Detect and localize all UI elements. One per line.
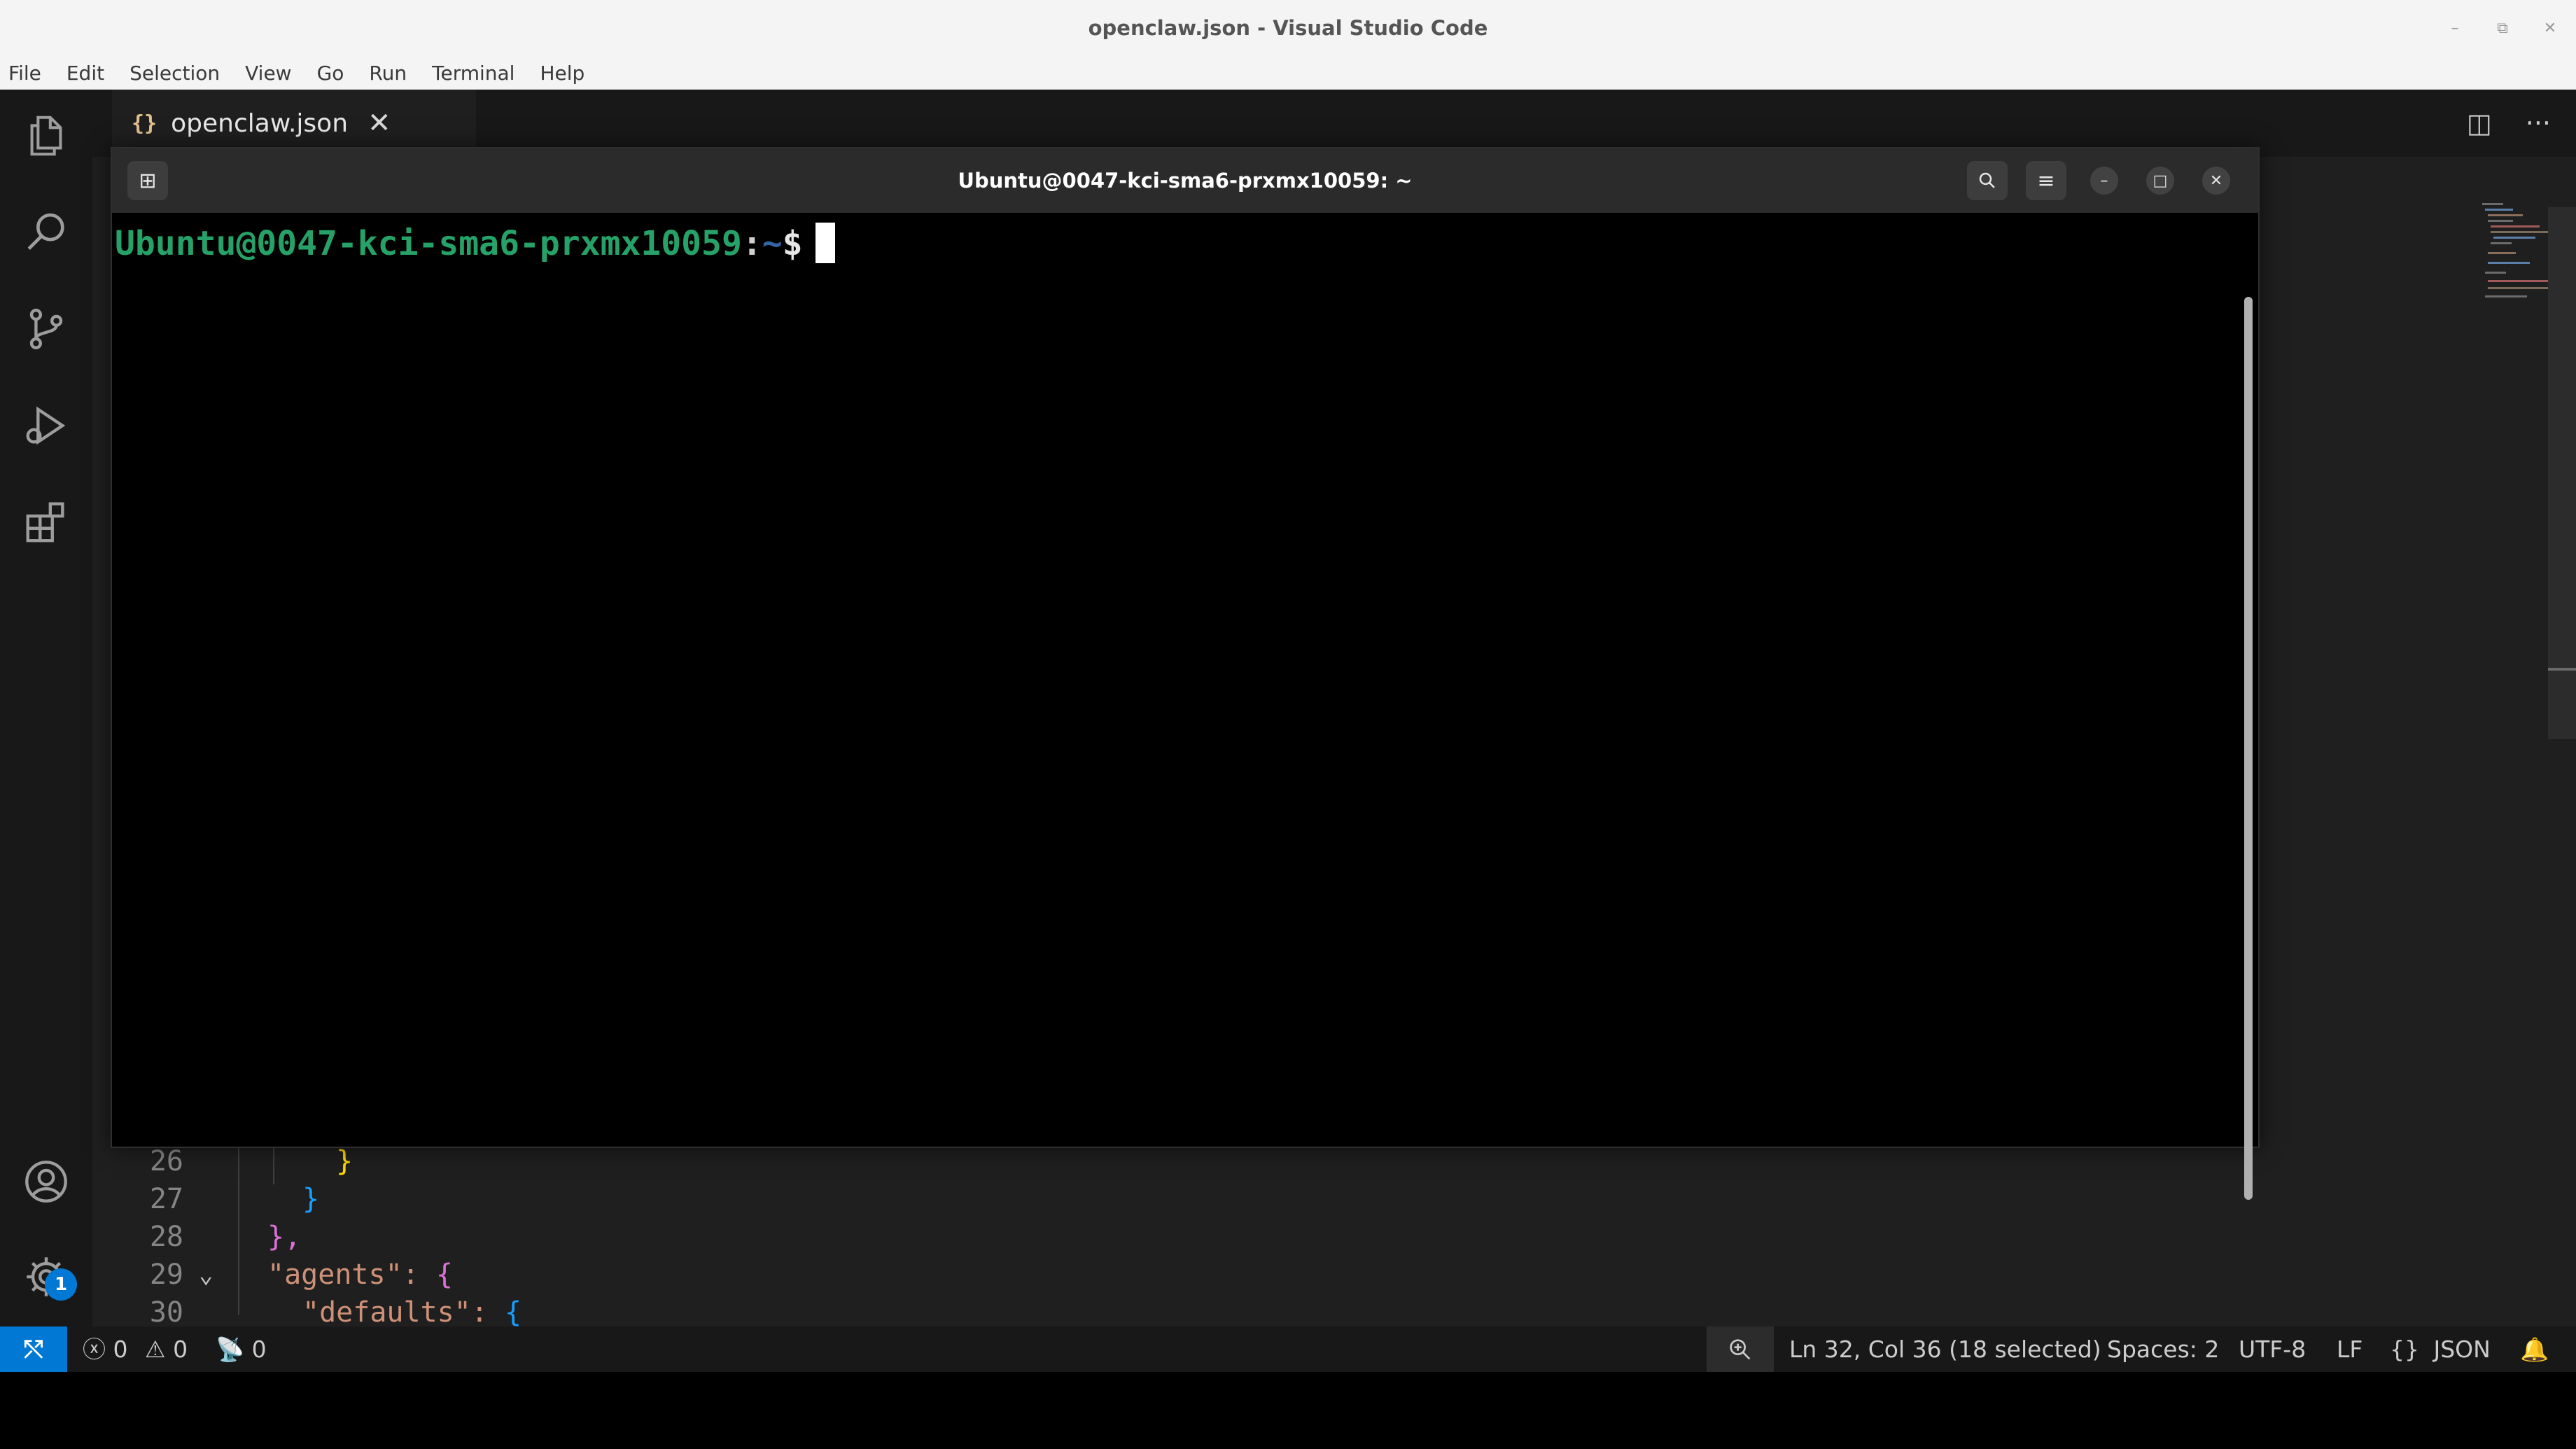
warning-icon: ⚠ [145, 1336, 166, 1363]
explorer-icon[interactable] [18, 108, 74, 164]
json-file-icon: {} [132, 111, 158, 136]
error-icon: ⓧ [83, 1336, 106, 1363]
window-controls: – ⧉ ✕ [2443, 0, 2562, 56]
activity-bar [0, 90, 92, 1326]
remote-indicator-icon[interactable]: ⤲ [0, 1326, 67, 1372]
menu-selection[interactable]: Selection [127, 62, 223, 85]
indentation[interactable]: Spaces: 2 [2107, 1326, 2219, 1372]
split-editor-icon[interactable]: ◫ [2467, 108, 2492, 139]
status-bar: ⤲ ⓧ 0 ⚠ 0 📡 0 Ln 32, Col 36 (18 selected… [0, 1326, 2576, 1372]
terminal-title: Ubuntu@0047-kci-sma6-prxmx10059: ~ [958, 169, 1413, 192]
hamburger-menu-icon[interactable]: ≡ [2026, 161, 2066, 200]
json-language-icon: {} [2390, 1336, 2419, 1363]
minimize-button[interactable]: – [2443, 20, 2467, 37]
terminal-body[interactable]: Ubuntu@0047-kci-sma6-prxmx10059:~$ [112, 213, 2258, 1200]
menu-run[interactable]: Run [366, 62, 410, 85]
menu-file[interactable]: File [6, 62, 44, 85]
close-window-button[interactable]: ✕ [2538, 20, 2562, 37]
terminal-header-bar: ⊞ Ubuntu@0047-kci-sma6-prxmx10059: ~ ≡ –… [112, 148, 2258, 213]
prompt-path: ~ [762, 224, 783, 263]
manage-badge: 1 [45, 1268, 77, 1301]
broadcast-icon: 📡 [216, 1336, 245, 1363]
window-title: openclaw.json - Visual Studio Code [1088, 16, 1488, 40]
agents-key: "agents": { [267, 1259, 453, 1291]
title-bar: openclaw.json - Visual Studio Code – ⧉ ✕ [0, 0, 2576, 57]
run-debug-icon[interactable] [18, 398, 74, 454]
source-control-icon[interactable] [18, 301, 74, 357]
scrollbar-cursor-mark [2548, 668, 2576, 671]
terminal-minimize-button[interactable]: – [2090, 167, 2118, 195]
fold-chevron-icon[interactable]: ⌄ [199, 1256, 213, 1294]
defaults-key: "defaults": { [302, 1296, 522, 1329]
ports-indicator[interactable]: 📡 0 [216, 1326, 267, 1372]
cursor-position[interactable]: Ln 32, Col 36 (18 selected) [1789, 1326, 2101, 1372]
more-actions-icon[interactable]: ··· [2526, 108, 2551, 139]
terminal-search-icon[interactable] [1967, 161, 2008, 200]
end-of-line[interactable]: LF [2337, 1326, 2362, 1372]
menu-edit[interactable]: Edit [64, 62, 107, 85]
problems-indicator[interactable]: ⓧ 0 ⚠ 0 [83, 1326, 188, 1372]
menu-bar: File Edit Selection View Go Run Terminal… [0, 56, 2576, 90]
text-cursor [815, 223, 835, 263]
prompt-user-host: Ubuntu@0047-kci-sma6-prxmx10059 [115, 224, 742, 263]
shell-prompt: Ubuntu@0047-kci-sma6-prxmx10059:~$ [115, 223, 835, 265]
terminal-close-button[interactable]: ✕ [2202, 167, 2230, 195]
extensions-icon[interactable] [18, 494, 74, 550]
encoding[interactable]: UTF-8 [2239, 1326, 2306, 1372]
restore-button[interactable]: ⧉ [2491, 20, 2514, 37]
menu-go[interactable]: Go [314, 62, 347, 85]
language-mode[interactable]: {} JSON [2390, 1326, 2491, 1372]
editor-scrollbar[interactable] [2548, 207, 2576, 739]
zoom-icon [1730, 1338, 1751, 1359]
search-icon[interactable] [18, 204, 74, 260]
terminal-window: ⊞ Ubuntu@0047-kci-sma6-prxmx10059: ~ ≡ –… [111, 147, 2260, 1200]
account-icon[interactable] [18, 1154, 74, 1210]
editor-actions: ◫ ··· [2467, 90, 2551, 157]
terminal-scrollbar[interactable] [2244, 297, 2253, 1200]
menu-view[interactable]: View [242, 62, 294, 85]
notifications-bell-icon[interactable]: 🔔 [2520, 1326, 2549, 1372]
tab-filename: openclaw.json [171, 108, 349, 138]
close-tab-icon[interactable]: ✕ [368, 107, 391, 139]
zoom-indicator[interactable] [1707, 1326, 1774, 1372]
menu-help[interactable]: Help [537, 62, 587, 85]
menu-terminal[interactable]: Terminal [429, 62, 517, 85]
terminal-maximize-button[interactable]: □ [2146, 167, 2174, 195]
indent-guide [238, 1126, 239, 1315]
